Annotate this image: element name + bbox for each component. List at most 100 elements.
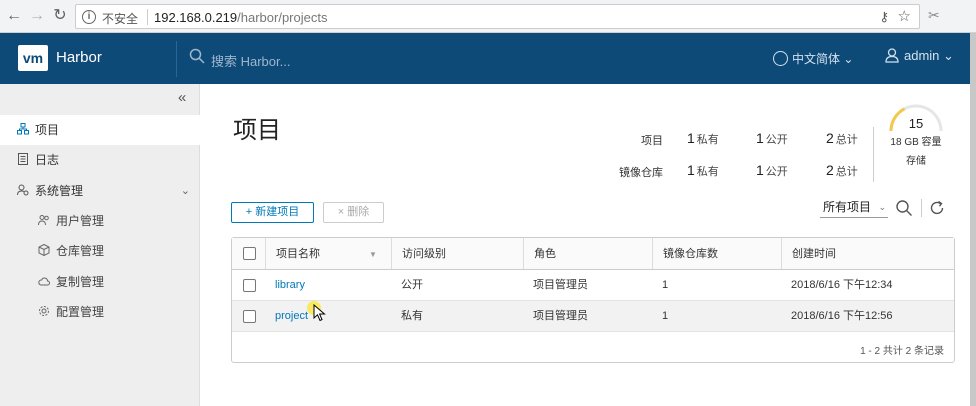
url-text[interactable]: 192.168.0.219/harbor/projects (154, 10, 327, 25)
project-name-link[interactable]: library (265, 270, 305, 300)
stat-value: 2 (826, 162, 834, 178)
mouse-cursor-icon (313, 304, 326, 322)
key-icon[interactable]: ⚷ (879, 9, 889, 25)
column-header-label: 项目名称 (276, 248, 320, 260)
url-path: /harbor/projects (237, 10, 328, 25)
stats-projects-private: 1 私有 (687, 130, 719, 147)
stat-value: 1 (687, 162, 695, 178)
forward-arrow-icon[interactable]: → (27, 6, 47, 26)
stats-repos-public: 1 公开 (756, 162, 788, 179)
sidebar-item-replication-management[interactable]: 复制管理 (0, 267, 200, 297)
stat-unit: 公开 (765, 134, 788, 146)
users-icon (38, 215, 49, 226)
project-name-link[interactable]: project (265, 301, 308, 331)
global-search-input[interactable]: 搜索 Harbor... (211, 51, 290, 70)
access-level: 私有 (401, 310, 423, 322)
language-selector[interactable]: 中文简体 ⌄ (773, 50, 853, 67)
page-scrollbar[interactable] (970, 33, 976, 406)
select-all-checkbox[interactable] (243, 247, 256, 260)
sidebar-item-configuration-management[interactable]: 配置管理 (0, 297, 200, 327)
address-bar[interactable]: i 不安全 192.168.0.219/harbor/projects ⚷ ☆ (75, 4, 920, 29)
repo-count: 1 (662, 310, 669, 322)
sidebar-item-registry-management[interactable]: 仓库管理 (0, 236, 200, 266)
sidebar-subitem-label: 用户管理 (56, 214, 105, 228)
chevron-down-icon: ⌄ (943, 48, 954, 63)
new-project-button[interactable]: + 新建项目 (231, 202, 314, 223)
stat-unit: 私有 (696, 134, 719, 146)
quota-count: 15 (908, 116, 924, 131)
page-title: 项目 (233, 117, 281, 144)
brand-name[interactable]: Harbor (56, 49, 102, 66)
reload-icon[interactable]: ↻ (50, 6, 70, 26)
row-checkbox[interactable] (243, 279, 256, 292)
language-label: 中文简体 (792, 52, 841, 66)
stats-projects-public: 1 公开 (756, 130, 788, 147)
creation-time: 2018/6/16 下午12:34 (791, 279, 893, 291)
app-header: vm Harbor 搜索 Harbor... 中文简体 ⌄ admin ⌄ (0, 33, 970, 84)
table-row[interactable]: library 公开 项目管理员 1 2018/6/16 下午12:34 (232, 270, 954, 301)
sidebar-subitem-label: 配置管理 (56, 305, 105, 319)
sidebar: « 项目 日志 系统管理 ⌄ 用户管理 仓库管理 复制管理 配置管理 (0, 84, 200, 406)
table-row[interactable]: project 私有 项目管理员 1 2018/6/16 下午12:56 (232, 301, 954, 332)
stats-projects-total: 2 总计 (826, 130, 858, 147)
storage-quota-gauge: 15 18 GB 容量 存储 (885, 100, 947, 170)
row-checkbox[interactable] (243, 310, 256, 323)
collapse-sidebar-icon[interactable]: « (178, 89, 186, 106)
user-menu[interactable]: admin ⌄ (885, 48, 954, 64)
chevron-down-icon[interactable]: ⌄ (181, 176, 190, 206)
sidebar-item-logs[interactable]: 日志 (0, 145, 200, 175)
column-header-created[interactable]: 创建时间 (781, 238, 954, 269)
extension-icon[interactable]: ✂ (928, 7, 940, 24)
stats-divider (873, 127, 874, 182)
admin-icon (17, 184, 29, 196)
info-icon[interactable]: i (82, 10, 96, 24)
chevron-down-icon: ⌄ (843, 52, 854, 66)
projects-icon (17, 123, 29, 135)
browser-toolbar: ← → ↻ i 不安全 192.168.0.219/harbor/project… (0, 0, 976, 33)
search-icon (189, 48, 205, 64)
stats-repos-total: 2 总计 (826, 162, 858, 179)
globe-icon (773, 51, 788, 66)
search-icon[interactable] (895, 199, 913, 217)
sidebar-item-system-admin[interactable]: 系统管理 ⌄ (0, 176, 200, 206)
stat-unit: 总计 (835, 166, 858, 178)
column-header-role[interactable]: 角色 (523, 238, 652, 269)
sidebar-item-label: 项目 (35, 123, 60, 137)
sidebar-item-projects[interactable]: 项目 (0, 115, 200, 145)
column-header-access[interactable]: 访问级别 (391, 238, 523, 269)
sidebar-item-label: 系统管理 (35, 184, 84, 198)
stat-value: 1 (687, 130, 695, 146)
toolbar-divider (921, 199, 922, 217)
back-arrow-icon[interactable]: ← (4, 6, 24, 26)
quota-storage-label: 存储 (906, 156, 926, 167)
repo-count: 1 (662, 279, 669, 291)
sidebar-subitem-label: 仓库管理 (56, 244, 105, 258)
role: 项目管理员 (533, 310, 588, 322)
filter-value: 所有项目 (823, 200, 872, 214)
column-header-repo-count[interactable]: 镜像仓库数 (652, 238, 781, 269)
cloud-icon (38, 277, 50, 286)
stat-value: 2 (826, 130, 834, 146)
insecure-label: 不安全 (102, 12, 139, 26)
user-icon (885, 48, 899, 63)
stat-unit: 公开 (765, 166, 788, 178)
projects-table: 项目名称 ▼ 访问级别 角色 镜像仓库数 创建时间 library 公开 项目管… (231, 237, 955, 363)
pagination-summary: 1 - 2 共计 2 条记录 (860, 346, 944, 357)
stat-unit: 总计 (835, 134, 858, 146)
refresh-icon[interactable] (928, 199, 946, 217)
creation-time: 2018/6/16 下午12:56 (791, 310, 893, 322)
sidebar-item-user-management[interactable]: 用户管理 (0, 206, 200, 236)
gear-icon (39, 306, 49, 316)
address-separator (147, 9, 148, 25)
vmware-logo[interactable]: vm (18, 45, 48, 71)
stat-value: 1 (756, 130, 764, 146)
sidebar-subitem-label: 复制管理 (56, 275, 105, 289)
stat-unit: 私有 (696, 166, 719, 178)
filter-icon[interactable]: ▼ (369, 250, 377, 259)
bookmark-star-icon[interactable]: ☆ (898, 7, 911, 25)
delete-button[interactable]: × 删除 (323, 202, 384, 223)
stats-repos-label: 镜像仓库 (619, 167, 663, 179)
stats-projects-label: 项目 (641, 135, 663, 147)
cube-icon (38, 244, 50, 256)
project-filter-select[interactable]: 所有项目 ⌄ (820, 198, 888, 218)
